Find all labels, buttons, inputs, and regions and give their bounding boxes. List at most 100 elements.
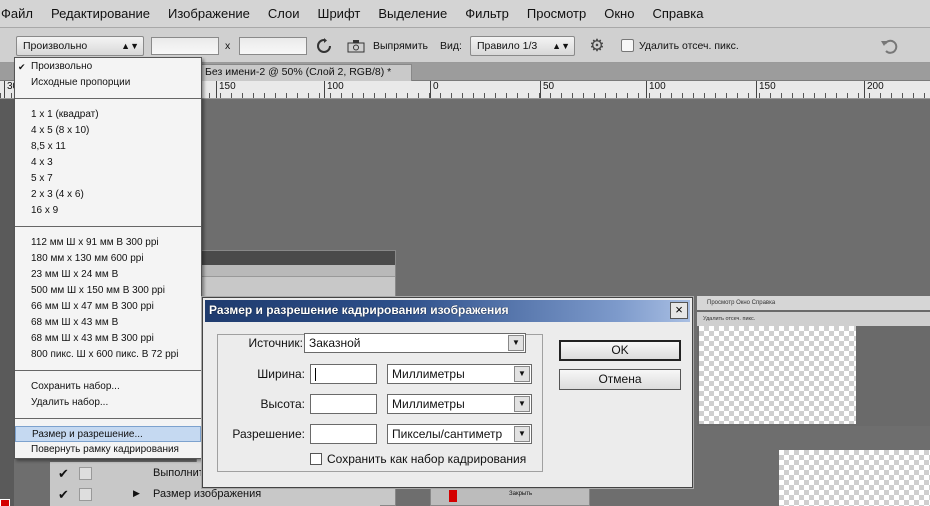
dropdown-item[interactable]: 68 мм Ш x 43 мм В (15, 315, 201, 331)
ruler-tick-label: 50 (540, 81, 554, 98)
ruler-tick-label: 200 (864, 81, 884, 98)
resolution-label: Разрешение: (232, 427, 305, 441)
ruler-minor-tick (693, 93, 694, 98)
height-unit-select[interactable]: Миллиметры ▼ (387, 394, 532, 414)
ruler-minor-tick (594, 93, 595, 98)
ratio-select[interactable]: Произвольно ▲▼ (16, 36, 144, 56)
action-row[interactable]: ✔ ▶ Размер изображения (50, 485, 380, 505)
ruler-minor-tick (726, 93, 727, 98)
delete-cropped-checkbox[interactable] (621, 39, 634, 52)
ok-button[interactable]: OK (559, 340, 681, 361)
ruler-minor-tick (253, 93, 254, 98)
dialog-toggle-box[interactable] (79, 488, 92, 501)
dropdown-separator (15, 418, 201, 419)
menu-window[interactable]: Окно (595, 6, 643, 21)
small-panel-label: Закрыть (509, 491, 533, 497)
ratio-height-input[interactable] (239, 37, 307, 55)
dropdown-item[interactable]: 66 мм Ш x 47 мм В 300 ppi (15, 299, 201, 315)
foreground-color-swatch[interactable] (0, 499, 10, 506)
color-swatch (449, 490, 457, 502)
dropdown-item-save-preset[interactable]: Сохранить набор... (15, 379, 201, 395)
height-label: Высота: (260, 397, 305, 411)
dialog-toggle-box[interactable] (79, 467, 92, 480)
ruler-minor-tick (275, 93, 276, 98)
view-label: Вид: (440, 40, 462, 52)
ruler-minor-tick (858, 93, 859, 98)
gear-icon[interactable]: ⚙ (586, 36, 608, 56)
ruler-tick-label: 100 (324, 81, 344, 98)
dropdown-item[interactable]: 23 мм Ш x 24 мм В (15, 267, 201, 283)
ratio-x-symbol: x (225, 40, 231, 52)
dropdown-separator (15, 226, 201, 227)
resolution-input[interactable] (310, 424, 377, 444)
transparent-canvas (779, 450, 930, 506)
ruler-minor-tick (847, 93, 848, 98)
dropdown-item[interactable]: 8,5 x 11 (15, 139, 201, 155)
ruler-minor-tick (385, 93, 386, 98)
dropdown-item-rotate-crop[interactable]: Повернуть рамку кадрирования (15, 442, 201, 458)
ruler-minor-tick (704, 93, 705, 98)
menu-select[interactable]: Выделение (369, 6, 456, 21)
close-icon[interactable]: × (670, 302, 688, 319)
dropdown-separator (15, 370, 201, 371)
width-unit-value: Миллиметры (392, 367, 465, 381)
dialog-titlebar[interactable]: Размер и разрешение кадрирования изображ… (205, 300, 690, 322)
menu-filter[interactable]: Фильтр (456, 6, 518, 21)
dropdown-item-original[interactable]: Исходные пропорции (15, 75, 201, 91)
dropdown-item[interactable]: 180 мм x 130 мм 600 ppi (15, 251, 201, 267)
view-select[interactable]: Правило 1/3 ▲▼ (470, 36, 575, 56)
chevron-updown-icon: ▲▼ (552, 41, 570, 51)
save-preset-checkbox[interactable] (310, 453, 322, 465)
dropdown-item[interactable]: 112 мм Ш x 91 мм В 300 ppi (15, 235, 201, 251)
action-label: Выполнит (153, 467, 204, 479)
reset-icon[interactable] (878, 36, 900, 56)
chevron-down-icon: ▼ (514, 366, 530, 382)
dropdown-item[interactable]: 4 x 5 (8 x 10) (15, 123, 201, 139)
swap-icon[interactable] (314, 36, 334, 56)
dropdown-item-delete-preset[interactable]: Удалить набор... (15, 395, 201, 411)
triangle-right-icon[interactable]: ▶ (133, 488, 140, 499)
dropdown-item[interactable]: 68 мм Ш x 43 мм В 300 ppi (15, 331, 201, 347)
ruler-minor-tick (363, 93, 364, 98)
dropdown-item[interactable]: 500 мм Ш x 150 мм В 300 ppi (15, 283, 201, 299)
resolution-unit-select[interactable]: Пикселы/сантиметр ▼ (387, 424, 532, 444)
dropdown-item-freeform[interactable]: Произвольно (15, 59, 201, 75)
dropdown-item[interactable]: 2 x 3 (4 x 6) (15, 187, 201, 203)
menu-edit[interactable]: Редактирование (42, 6, 159, 21)
ruler-minor-tick (396, 93, 397, 98)
width-input[interactable] (310, 364, 377, 384)
straighten-icon[interactable] (346, 37, 366, 55)
dropdown-item[interactable]: 1 x 1 (квадрат) (15, 107, 201, 123)
ruler-minor-tick (418, 93, 419, 98)
menu-help[interactable]: Справка (643, 6, 712, 21)
document-tab[interactable]: Без имени-2 @ 50% (Слой 2, RGB/8) * (200, 64, 412, 81)
ruler-minor-tick (682, 93, 683, 98)
ruler-minor-tick (209, 93, 210, 98)
height-unit-value: Миллиметры (392, 397, 465, 411)
ruler-tick-label: 100 (646, 81, 666, 98)
dropdown-item[interactable]: 800 пикс. Ш x 600 пикс. В 72 ppi (15, 347, 201, 363)
ruler-minor-tick (924, 93, 925, 98)
straighten-button[interactable]: Выпрямить (373, 40, 428, 52)
menu-layer[interactable]: Слои (259, 6, 309, 21)
width-unit-select[interactable]: Миллиметры ▼ (387, 364, 532, 384)
dropdown-item[interactable]: 5 x 7 (15, 171, 201, 187)
ruler-tick-label: 150 (216, 81, 236, 98)
ruler-minor-tick (297, 93, 298, 98)
dropdown-item-size-resolution[interactable]: Размер и разрешение... (15, 426, 201, 442)
height-input[interactable] (310, 394, 377, 414)
ruler-minor-tick (462, 93, 463, 98)
ruler-minor-tick (737, 93, 738, 98)
ratio-width-input[interactable] (151, 37, 219, 55)
source-label: Источник: (248, 336, 303, 350)
dropdown-item[interactable]: 16 x 9 (15, 203, 201, 219)
dropdown-item[interactable]: 4 x 3 (15, 155, 201, 171)
menu-file[interactable]: Файл (0, 6, 42, 21)
source-value: Заказной (309, 336, 361, 350)
menu-view[interactable]: Просмотр (518, 6, 595, 21)
menu-image[interactable]: Изображение (159, 6, 259, 21)
source-select[interactable]: Заказной ▼ (304, 333, 526, 353)
menu-type[interactable]: Шрифт (309, 6, 370, 21)
width-label: Ширина: (257, 367, 305, 381)
cancel-button[interactable]: Отмена (559, 369, 681, 390)
